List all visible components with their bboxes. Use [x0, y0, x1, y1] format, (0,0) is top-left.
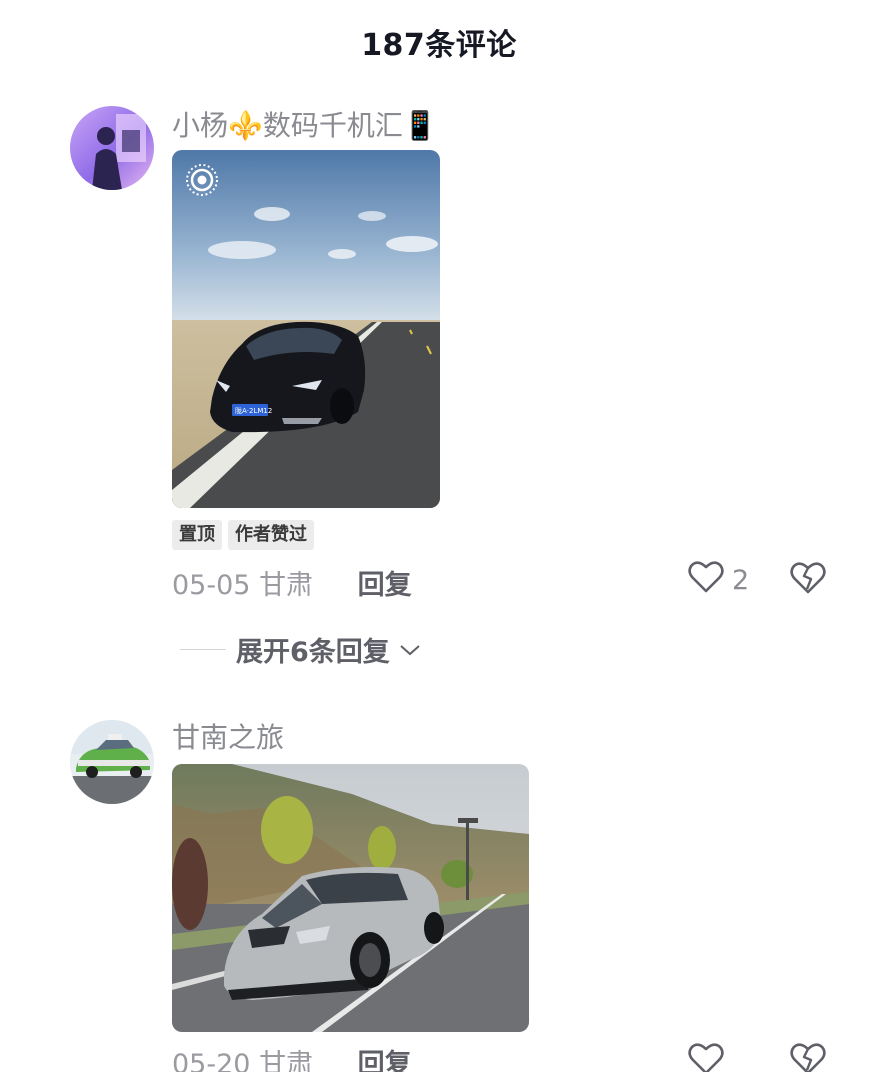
- divider: [180, 649, 226, 650]
- comment-username[interactable]: 甘南之旅: [172, 716, 284, 756]
- comment-username[interactable]: 小杨⚜️数码千机汇📱: [172, 104, 438, 144]
- comment-location: 甘肃: [259, 1049, 314, 1072]
- chevron-down-icon: [398, 634, 422, 665]
- comment-meta: 05-05 甘肃 回复: [172, 563, 412, 602]
- broken-heart-icon: [790, 562, 826, 599]
- comments-count-title: 187条评论: [361, 28, 517, 63]
- comment-date: 05-05: [172, 570, 251, 601]
- comment-location: 甘肃: [259, 570, 314, 601]
- dislike-button[interactable]: [790, 561, 826, 599]
- comments-panel: 187条评论 小杨⚜️数码千机汇📱 陇A·2LM12 置顶 作者赞过 05-05…: [0, 0, 878, 1072]
- heart-outline-icon: [688, 560, 724, 601]
- comment-meta: 05-20 甘肃 回复: [172, 1042, 412, 1072]
- license-plate: 陇A·2LM12: [235, 406, 272, 415]
- live-photo-icon: [184, 162, 220, 198]
- comment-date: 05-20: [172, 1049, 251, 1072]
- broken-heart-icon: [790, 1043, 826, 1072]
- comment-badges: 置顶 作者赞过: [172, 520, 314, 550]
- like-button[interactable]: 2: [688, 560, 749, 601]
- heart-outline-icon: [688, 1042, 724, 1072]
- pinned-badge: 置顶: [172, 520, 222, 550]
- avatar[interactable]: [70, 106, 154, 190]
- avatar[interactable]: [70, 720, 154, 804]
- reply-button[interactable]: 回复: [358, 570, 412, 601]
- reply-button[interactable]: 回复: [358, 1049, 412, 1072]
- like-button[interactable]: [688, 1042, 724, 1072]
- comment-image[interactable]: 陇A·2LM12: [172, 150, 440, 508]
- expand-replies-button[interactable]: 展开6条回复: [180, 630, 422, 669]
- dislike-button[interactable]: [790, 1042, 826, 1072]
- comment-image[interactable]: [172, 764, 529, 1032]
- expand-replies-label: 展开6条回复: [236, 637, 390, 668]
- author-liked-badge: 作者赞过: [228, 520, 314, 550]
- like-count: 2: [732, 565, 750, 596]
